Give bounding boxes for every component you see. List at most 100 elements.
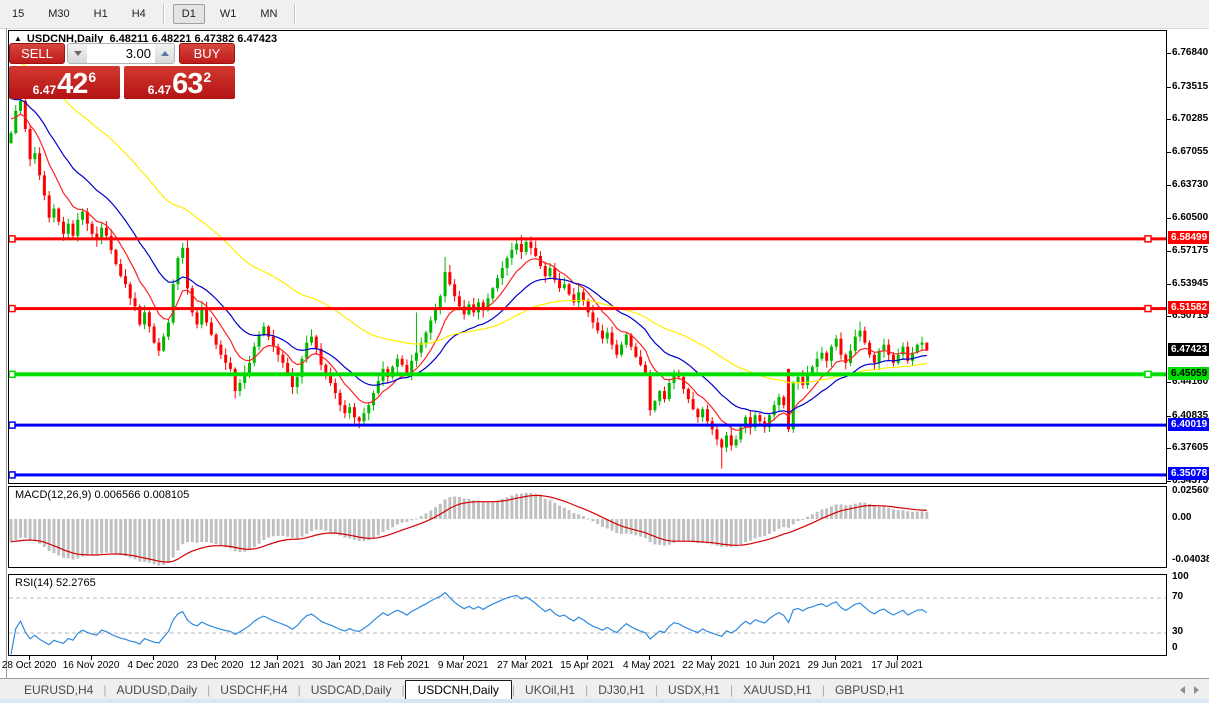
buy-button[interactable]: BUY <box>179 43 235 64</box>
chart-tab-usdcad[interactable]: USDCAD,Daily <box>301 681 402 699</box>
level-price-badge: 6.51582 <box>1168 301 1209 315</box>
date-axis-label: 30 Jan 2021 <box>311 660 367 671</box>
horizontal-level-line[interactable] <box>9 473 1166 477</box>
chart-tab-gbpusd[interactable]: GBPUSD,H1 <box>825 681 914 699</box>
price-axis-tick <box>1167 53 1171 54</box>
rsi-canvas <box>9 591 1166 655</box>
price-axis-label: 6.63730 <box>1172 179 1209 191</box>
timeframe-button-d1[interactable]: D1 <box>172 4 205 24</box>
tab-scroll-right-icon[interactable] <box>1189 683 1203 697</box>
price-axis-label: 6.76840 <box>1172 47 1209 58</box>
price-axis-label: 6.70285 <box>1172 113 1209 125</box>
date-axis-label: 23 Dec 2020 <box>186 660 244 671</box>
rsi-label: RSI(14) 52.2765 <box>15 577 96 589</box>
timeframe-button-mn[interactable]: MN <box>251 4 286 24</box>
price-axis-tick <box>1167 185 1171 187</box>
date-axis-label: 22 May 2021 <box>682 660 741 671</box>
sell-price-big: 42 <box>57 68 88 100</box>
chart-tab-eurusd[interactable]: EURUSD,H4 <box>14 681 103 699</box>
price-axis-tick <box>1167 151 1171 153</box>
chevron-up-icon <box>160 51 169 56</box>
timeframe-button-h4[interactable]: H4 <box>123 4 155 24</box>
lot-size-control <box>67 43 175 64</box>
buy-price-sup: 2 <box>203 69 212 85</box>
chart-tab-ukoil[interactable]: UKOil,H1 <box>515 681 585 699</box>
lot-size-input[interactable] <box>87 44 155 63</box>
timeframe-button-w1[interactable]: W1 <box>211 4 246 24</box>
macd-axis-label: 0.00 <box>1172 512 1192 523</box>
toolbar-separator <box>162 4 165 24</box>
timeframe-button-15[interactable]: 15 <box>3 4 33 24</box>
chart-tab-usdchf[interactable]: USDCHF,H4 <box>210 681 297 699</box>
rsi-indicator-pane[interactable]: RSI(14) 52.2765 <box>8 574 1167 656</box>
sell-price-sup: 6 <box>88 69 97 85</box>
buy-price-big: 63 <box>172 68 203 100</box>
date-axis-label: 17 Jul 2021 <box>871 660 924 671</box>
price-axis-label: 6.57175 <box>1172 245 1209 257</box>
level-price-badge: 6.45059 <box>1168 366 1209 380</box>
date-axis-label: 15 Apr 2021 <box>560 660 615 671</box>
date-axis-label: 27 Mar 2021 <box>497 660 554 671</box>
price-axis-tick <box>1167 448 1171 450</box>
date-axis-label: 4 Dec 2020 <box>127 660 179 671</box>
price-axis-tick <box>1167 481 1171 482</box>
one-click-trading-panel: SELL BUY 6.47426 6.47632 <box>9 43 235 99</box>
sell-price-panel[interactable]: 6.47 42 6 <box>9 66 120 99</box>
price-axis-tick <box>1167 119 1171 121</box>
one-click-collapse-icon[interactable]: ▲ <box>14 34 22 43</box>
window-border <box>6 28 7 678</box>
date-axis-label: 12 Jan 2021 <box>249 660 305 671</box>
date-axis-label: 10 Jun 2021 <box>745 660 801 671</box>
chart-tab-usdx[interactable]: USDX,H1 <box>658 681 730 699</box>
date-axis-label: 18 Feb 2021 <box>373 660 430 671</box>
chart-tab-dj30[interactable]: DJ30,H1 <box>588 681 655 699</box>
buy-price-small: 6.47 <box>147 83 172 97</box>
lot-decrease-button[interactable] <box>68 44 87 63</box>
buy-price-panel[interactable]: 6.47 63 2 <box>124 66 235 99</box>
price-axis-label: 6.67055 <box>1172 145 1209 157</box>
macd-axis-label: 0.025609 <box>1172 485 1209 497</box>
horizontal-level-line[interactable] <box>9 423 1166 427</box>
date-axis-label: 28 Oct 2020 <box>1 660 57 671</box>
date-axis-label: 4 May 2021 <box>623 660 676 671</box>
timeframe-button-m30[interactable]: M30 <box>39 4 78 24</box>
level-price-badge: 6.40019 <box>1168 417 1209 431</box>
price-axis-tick <box>1167 86 1171 88</box>
timeframe-button-h1[interactable]: H1 <box>85 4 117 24</box>
level-price-badge: 6.58499 <box>1168 231 1209 245</box>
macd-axis-label: -0.04038 <box>1172 553 1209 565</box>
sell-price-small: 6.47 <box>32 83 57 97</box>
price-axis-label: 6.53945 <box>1172 277 1209 289</box>
chart-tab-xauusd[interactable]: XAUUSD,H1 <box>733 681 822 699</box>
chart-tab-bar: EURUSD,H4 | AUDUSD,Daily | USDCHF,H4 | USDCAD,… <box>0 678 1209 700</box>
price-axis-tick <box>1167 283 1171 285</box>
chart-tab-audusd[interactable]: AUDUSD,Daily <box>106 681 207 699</box>
horizontal-level-line[interactable] <box>9 372 1166 377</box>
tab-scroll-left-icon[interactable] <box>1175 683 1189 697</box>
price-axis-tick <box>1167 251 1171 253</box>
price-axis-label: 6.60500 <box>1172 211 1209 223</box>
price-axis-tick <box>1167 316 1171 318</box>
rsi-axis-label: 100 <box>1172 571 1189 582</box>
horizontal-level-line[interactable] <box>9 237 1166 241</box>
price-axis-tick <box>1167 382 1171 384</box>
chart-tab-usdcnh[interactable]: USDCNH,Daily <box>404 679 512 700</box>
macd-indicator-pane[interactable]: MACD(12,26,9) 0.006566 0.008105 <box>8 486 1167 568</box>
price-axis-label: 6.73515 <box>1172 80 1209 92</box>
window-bottom-edge <box>0 699 1209 703</box>
rsi-axis-label: 70 <box>1172 591 1184 602</box>
chevron-down-icon <box>73 51 82 56</box>
tab-scroll-arrows <box>1175 683 1203 697</box>
date-axis-label: 9 Mar 2021 <box>437 660 489 671</box>
sell-button[interactable]: SELL <box>9 43 65 64</box>
horizontal-level-line[interactable] <box>9 307 1166 311</box>
lot-increase-button[interactable] <box>155 44 174 63</box>
toolbar-separator <box>294 4 297 24</box>
rsi-axis-label: 30 <box>1172 626 1184 637</box>
rsi-axis-label: 0 <box>1172 642 1178 653</box>
macd-label: MACD(12,26,9) 0.006566 0.008105 <box>15 489 190 501</box>
level-price-badge: 6.35078 <box>1168 467 1209 481</box>
date-axis-label: 16 Nov 2020 <box>62 660 120 671</box>
current-price-badge: 6.47423 <box>1168 342 1209 356</box>
price-axis-tick <box>1167 217 1171 219</box>
